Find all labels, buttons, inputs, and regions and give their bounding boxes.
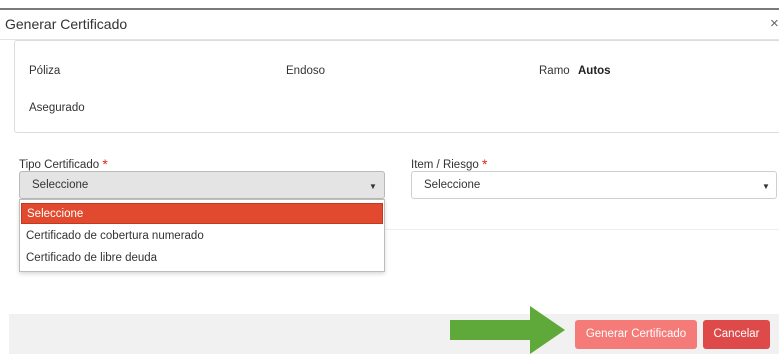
- dropdown-option-seleccione[interactable]: Seleccione: [21, 203, 383, 224]
- arrow-shape: [450, 306, 565, 354]
- modal-header: Generar Certificado ×: [0, 10, 779, 40]
- chevron-down-icon: ▼: [762, 182, 770, 191]
- generar-certificado-button[interactable]: Generar Certificado: [575, 320, 697, 349]
- item-riesgo-label: Item / Riesgo *: [411, 155, 488, 172]
- cancel-button[interactable]: Cancelar: [703, 320, 770, 349]
- required-mark: *: [481, 156, 488, 172]
- item-riesgo-selected-value: Seleccione: [424, 179, 481, 191]
- dropdown-option-cobertura-numerado[interactable]: Certificado de cobertura numerado: [21, 226, 383, 247]
- tipo-certificado-label: Tipo Certificado *: [19, 155, 108, 172]
- ramo-label: Ramo: [539, 65, 570, 77]
- chevron-down-icon: ▼: [369, 182, 377, 191]
- tipo-certificado-selected-value: Seleccione: [32, 179, 89, 191]
- ramo-value: Autos: [578, 65, 611, 77]
- tipo-certificado-dropdown-list: Seleccione Certificado de cobertura nume…: [19, 199, 385, 272]
- policy-info-panel: Póliza Endoso Ramo Autos Asegurado: [14, 40, 779, 133]
- dropdown-option-libre-deuda[interactable]: Certificado de libre deuda: [21, 248, 383, 269]
- generar-certificado-modal: Generar Certificado × Póliza Endoso Ramo…: [0, 0, 779, 354]
- tipo-certificado-select[interactable]: Seleccione ▼: [19, 171, 385, 199]
- item-riesgo-label-text: Item / Riesgo: [411, 159, 479, 171]
- required-mark: *: [102, 156, 108, 172]
- endoso-label: Endoso: [286, 65, 326, 77]
- close-icon[interactable]: ×: [770, 15, 779, 32]
- tipo-certificado-label-text: Tipo Certificado: [19, 159, 100, 171]
- section-divider: [385, 229, 779, 230]
- asegurado-label: Asegurado: [29, 102, 85, 114]
- poliza-label: Póliza: [29, 65, 61, 77]
- item-riesgo-select[interactable]: Seleccione ▼: [411, 171, 777, 199]
- modal-title: Generar Certificado: [5, 16, 128, 32]
- green-arrow-icon: [450, 306, 565, 354]
